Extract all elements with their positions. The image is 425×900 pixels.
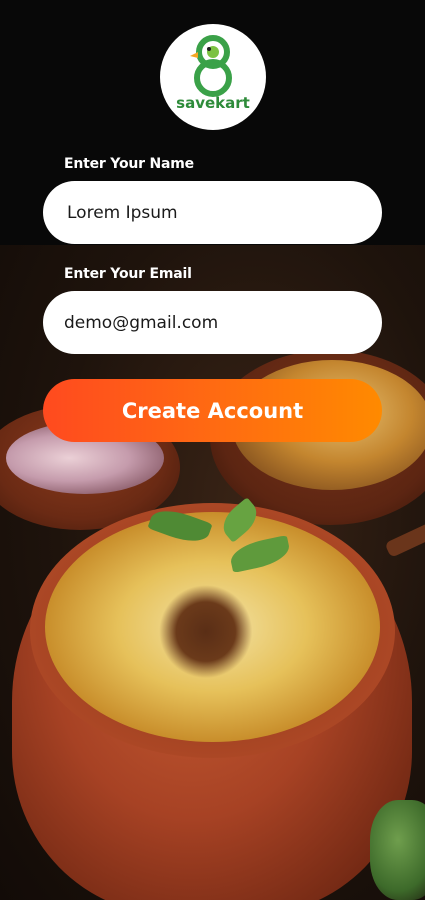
email-input[interactable] xyxy=(64,312,364,333)
mint-leaf xyxy=(147,503,213,549)
bird-logo-icon xyxy=(190,35,232,97)
brand-name: savekart xyxy=(176,94,250,112)
create-account-button[interactable]: Create Account xyxy=(43,379,382,442)
name-label: Enter Your Name xyxy=(64,156,194,172)
email-field[interactable] xyxy=(43,291,382,354)
mint-leaf xyxy=(216,497,264,543)
background-mint-garnish xyxy=(147,497,310,575)
email-label: Enter Your Email xyxy=(64,266,192,282)
name-input[interactable] xyxy=(67,202,367,223)
brand-logo: savekart xyxy=(160,24,266,130)
mint-leaf xyxy=(227,535,293,573)
background-herb xyxy=(370,800,425,900)
name-field[interactable] xyxy=(43,181,382,244)
background-food-photo xyxy=(0,0,425,900)
